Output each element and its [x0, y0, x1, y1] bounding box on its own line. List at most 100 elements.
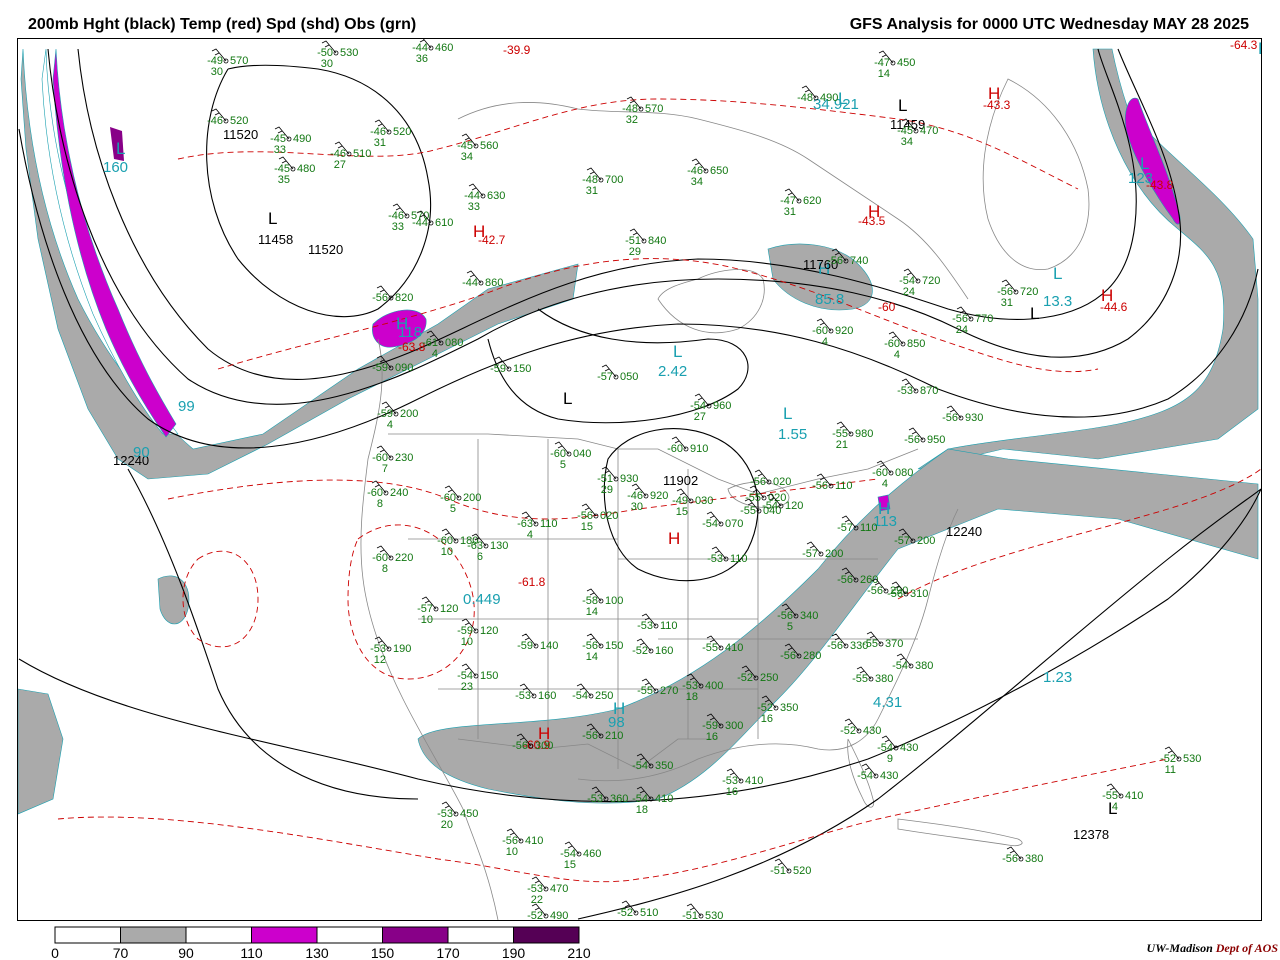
station-plot: -59 2004 — [377, 401, 418, 431]
station-temperature: -59 — [517, 640, 533, 652]
wind-speed-label: 1.55 — [778, 426, 807, 443]
weather-map: LLLLLHHHHHHLLLLLLHHHHH 11520114581152011… — [17, 38, 1262, 921]
station-plot: -53 45020 — [437, 801, 478, 831]
station-temperature: -55 — [702, 642, 718, 654]
station-height: 110 — [730, 553, 748, 565]
station-height: 570 — [230, 55, 248, 67]
station-dewpoint: 16 — [706, 731, 718, 743]
station-height: 300 — [535, 740, 553, 752]
station-plot: -48 70031 — [582, 167, 623, 197]
station-temperature: -59 — [372, 362, 388, 374]
station-height: 150 — [605, 640, 623, 652]
station-height: 140 — [540, 640, 558, 652]
station-height: 410 — [655, 793, 673, 805]
station-plot: -53 41016 — [722, 768, 763, 798]
station-dewpoint: 10 — [461, 636, 473, 648]
wind-speed-label: 90 — [133, 444, 150, 461]
station-plot: -52 430 — [840, 718, 881, 737]
jet-pacific-blob-2 — [157, 575, 190, 625]
cuba — [897, 818, 1023, 847]
station-plot: -52 510 — [617, 900, 658, 919]
station-dewpoint: 31 — [374, 137, 386, 149]
station-temperature: -56 — [827, 255, 843, 267]
station-plot: -57 12010 — [417, 596, 458, 626]
wind-speed-label: 118 — [398, 324, 422, 341]
station-height: 190 — [393, 643, 411, 655]
station-height: 030 — [695, 495, 713, 507]
station-height: 930 — [620, 473, 638, 485]
station-plot: -56 41010 — [502, 828, 543, 858]
station-height: 040 — [573, 448, 591, 460]
speed-labels: 160123118999085.834.9212.421.550.44913.3… — [103, 96, 1153, 731]
high-low-marker: L — [116, 139, 125, 158]
station-dewpoint: 24 — [903, 286, 915, 298]
temperature-label: -44.6 — [1100, 300, 1128, 314]
high-low-marker: H — [668, 529, 680, 548]
station-plot: -55 98021 — [832, 421, 873, 451]
colorbar-segment — [54, 926, 121, 944]
height-contour-label: 11902 — [663, 473, 698, 488]
high-low-marker: L — [1053, 264, 1062, 283]
station-height: 450 — [460, 808, 478, 820]
station-height: 150 — [513, 363, 531, 375]
station-plot: -53 160 — [515, 683, 556, 702]
wind-speed-label: 4.31 — [873, 694, 902, 711]
speed-colorbar: 0 70 90 110 130 150 170 190 210 — [51, 926, 591, 960]
station-temperature: -53 — [707, 553, 723, 565]
station-height: 650 — [710, 165, 728, 177]
station-dewpoint: 33 — [274, 144, 286, 156]
temp-contour-pacific-loop — [182, 550, 259, 648]
station-plot: -54 250 — [572, 683, 613, 702]
station-plot: -60 0405 — [550, 441, 591, 471]
station-dewpoint: 5 — [560, 459, 566, 471]
station-plot: -49 57030 — [207, 48, 248, 78]
colorbar-segment — [447, 926, 514, 944]
station-plot: -51 84029 — [625, 228, 666, 258]
colorbar-tick-label: 90 — [178, 945, 194, 960]
station-height: 250 — [595, 690, 613, 702]
station-dewpoint: 4 — [894, 349, 900, 361]
station-plot: -60 8504 — [884, 331, 925, 361]
station-height: 490 — [550, 910, 568, 920]
station-dewpoint: 10 — [421, 614, 433, 626]
station-temperature: -54 — [892, 660, 908, 672]
station-height: 430 — [900, 742, 918, 754]
station-height: 460 — [583, 848, 601, 860]
station-plot: -60 2208 — [372, 545, 413, 575]
colorbar-tick-label: 210 — [567, 945, 591, 960]
station-dewpoint: 5 — [450, 503, 456, 515]
station-temperature: -54 — [702, 518, 718, 530]
station-temperature: -52 — [527, 910, 543, 920]
station-dewpoint: 18 — [636, 804, 648, 816]
colorbar-segment — [185, 926, 252, 944]
jet-pacific-blob — [18, 688, 64, 815]
station-temperature: -51 — [770, 865, 786, 877]
station-dewpoint: 34 — [901, 136, 913, 148]
station-plot: -56 15014 — [582, 633, 623, 663]
station-dewpoint: 24 — [956, 324, 968, 336]
station-temperature: -57 — [802, 548, 818, 560]
station-dewpoint: 15 — [676, 506, 688, 518]
station-plot: -48 57032 — [622, 96, 663, 126]
station-height: 070 — [725, 518, 743, 530]
station-dewpoint: 4 — [822, 336, 828, 348]
station-height: 250 — [760, 672, 778, 684]
height-contour-label: 12378 — [1073, 827, 1109, 842]
temperature-label: -42.7 — [478, 233, 506, 247]
station-temperature: -53 — [515, 690, 531, 702]
station-temperature: -44 — [462, 277, 478, 289]
station-temperature: -53 — [587, 793, 603, 805]
height-contour-label: 11520 — [223, 127, 258, 142]
station-plot: -44 46036 — [412, 39, 453, 65]
station-height: 920 — [835, 325, 853, 337]
station-temperature: -56 — [780, 650, 796, 662]
station-temperature: -56 — [887, 588, 903, 600]
height-contour-label: 11458 — [258, 232, 293, 247]
colorbar-segment — [382, 926, 449, 944]
station-dewpoint: 27 — [694, 411, 706, 423]
station-temperature: -55 — [852, 673, 868, 685]
height-contour-ring-2 — [77, 48, 1137, 381]
station-dewpoint: 7 — [382, 463, 388, 475]
station-dewpoint: 31 — [1001, 297, 1013, 309]
station-dewpoint: 36 — [416, 53, 428, 65]
